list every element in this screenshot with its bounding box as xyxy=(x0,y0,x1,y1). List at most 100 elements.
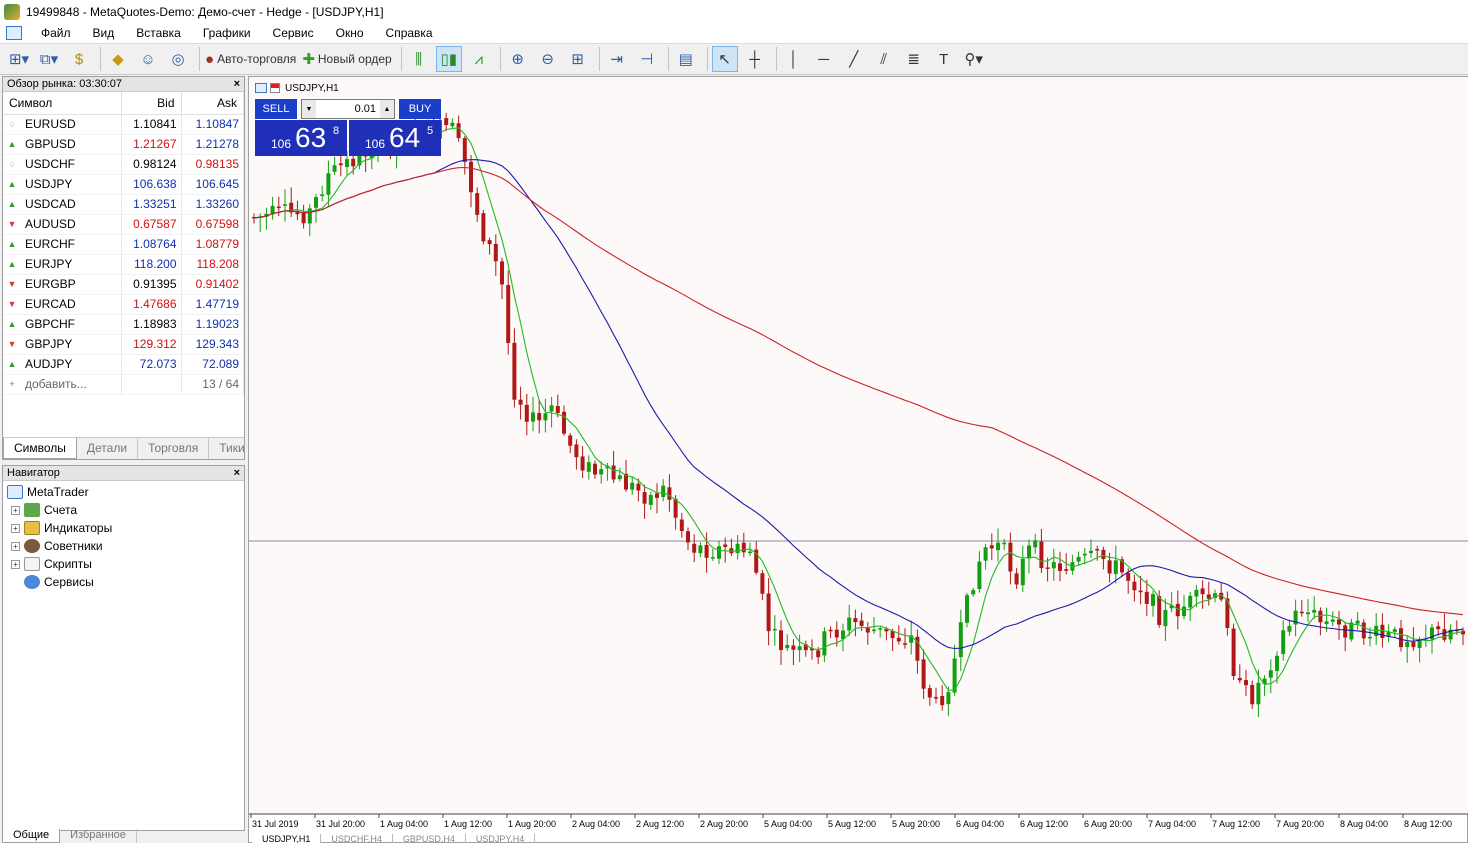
sell-price-button[interactable]: 106 63 8 xyxy=(255,120,347,156)
bid-cell[interactable]: 118.200 xyxy=(121,254,182,275)
add-symbol-cell[interactable]: + добавить... xyxy=(3,374,122,395)
bar-chart-button[interactable]: ⫼ xyxy=(406,46,432,72)
bid-cell[interactable]: 129.312 xyxy=(121,334,182,355)
table-row[interactable]: ▲ EURJPY 118.200 118.208 xyxy=(3,254,244,275)
table-row[interactable]: ▲ GBPCHF 1.18983 1.19023 xyxy=(3,314,244,335)
table-row[interactable]: ▼ GBPJPY 129.312 129.343 xyxy=(3,334,244,355)
bid-cell[interactable]: 72.073 xyxy=(121,354,182,375)
symbol-cell[interactable]: ▲ EURJPY xyxy=(3,254,122,275)
ask-cell[interactable]: 0.91402 xyxy=(181,274,244,295)
chart-window-icon[interactable] xyxy=(6,26,22,40)
table-row[interactable]: ▲ AUDJPY 72.073 72.089 xyxy=(3,354,244,375)
vps-button[interactable]: ◎ xyxy=(165,46,191,72)
column-bid[interactable]: Bid xyxy=(121,92,182,115)
fibonacci-button[interactable]: ≣ xyxy=(901,46,927,72)
cursor-button[interactable]: ↖ xyxy=(711,46,738,72)
bid-cell[interactable]: 0.98124 xyxy=(121,154,182,175)
market-button[interactable]: ◆ xyxy=(105,46,131,72)
ask-cell[interactable]: 1.47719 xyxy=(181,294,244,315)
buy-price-button[interactable]: 106 64 5 xyxy=(349,120,441,156)
price-chart[interactable]: 31 Jul 2019 31 Jul 20:00 1 Aug 04:00 1 Aug … xyxy=(249,77,1468,843)
expand-icon[interactable]: + xyxy=(11,523,20,533)
indicators-button[interactable]: ▤ xyxy=(673,46,699,72)
bid-cell[interactable]: 1.08764 xyxy=(121,234,182,255)
ask-cell[interactable]: 1.08779 xyxy=(181,234,244,255)
candle-chart-button[interactable]: ▯▮ xyxy=(435,46,462,72)
nav-root[interactable]: MetaTrader xyxy=(3,483,244,501)
bid-cell[interactable]: 1.10841 xyxy=(121,114,182,135)
symbol-cell[interactable]: ○ USDCHF xyxy=(3,154,122,175)
equidistant-channel-button[interactable]: ⫽ xyxy=(871,46,897,72)
symbol-cell[interactable]: ○ EURUSD xyxy=(3,114,122,135)
table-row[interactable]: ▼ EURGBP 0.91395 0.91402 xyxy=(3,274,244,295)
nav-item-accounts[interactable]: + Счета xyxy=(3,501,244,519)
symbol-cell[interactable]: ▼ EURGBP xyxy=(3,274,122,295)
expand-icon[interactable]: + xyxy=(11,505,20,515)
buy-button[interactable]: BUY xyxy=(399,99,441,119)
signals-button[interactable]: ☺ xyxy=(135,46,161,72)
table-row[interactable]: ▼ EURCAD 1.47686 1.47719 xyxy=(3,294,244,315)
bid-cell[interactable]: 106.638 xyxy=(121,174,182,195)
vertical-line-button[interactable]: │ xyxy=(781,46,807,72)
expand-icon[interactable]: + xyxy=(11,559,20,569)
lot-size-stepper[interactable]: ▼ 0.01 ▲ xyxy=(301,99,395,119)
menu-help[interactable]: Справка xyxy=(375,23,444,43)
chart-tab-usdjpy-h4[interactable]: USDJPY,H4 xyxy=(466,834,536,843)
nav-item-services[interactable]: Сервисы xyxy=(3,573,244,591)
table-row[interactable]: ○ EURUSD 1.10841 1.10847 xyxy=(3,114,244,135)
chart-shift-button[interactable]: ⊣ xyxy=(634,46,660,72)
symbol-cell[interactable]: ▼ GBPJPY xyxy=(3,334,122,355)
ask-cell[interactable]: 1.21278 xyxy=(181,134,244,155)
ask-cell[interactable]: 72.089 xyxy=(181,354,244,375)
table-row[interactable]: ▲ USDJPY 106.638 106.645 xyxy=(3,174,244,195)
new-chart-button[interactable]: ⊞▾ xyxy=(6,46,32,72)
strategy-tester-button[interactable]: $ xyxy=(66,46,92,72)
shapes-button[interactable]: ⚲▾ xyxy=(961,46,987,72)
menu-file[interactable]: Файл xyxy=(30,23,82,43)
tab-details[interactable]: Детали xyxy=(77,438,139,459)
trendline-button[interactable]: ╱ xyxy=(841,46,867,72)
bid-cell[interactable]: 0.67587 xyxy=(121,214,182,235)
table-row[interactable]: ▲ EURCHF 1.08764 1.08779 xyxy=(3,234,244,255)
ask-cell[interactable]: 118.208 xyxy=(181,254,244,275)
chevron-down-icon[interactable]: ▼ xyxy=(302,100,316,118)
table-row[interactable]: ▲ GBPUSD 1.21267 1.21278 xyxy=(3,134,244,155)
ask-cell[interactable]: 0.98135 xyxy=(181,154,244,175)
menu-view[interactable]: Вид xyxy=(82,23,126,43)
tile-windows-button[interactable]: ⊞ xyxy=(565,46,591,72)
close-icon[interactable]: × xyxy=(234,467,240,479)
new-order-button[interactable]: ✚ Новый ордер xyxy=(301,46,392,72)
column-ask[interactable]: Ask xyxy=(181,92,244,115)
sell-button[interactable]: SELL xyxy=(255,99,297,119)
autotrade-button[interactable]: ● Авто-торговля xyxy=(204,46,297,72)
bid-cell[interactable]: 0.91395 xyxy=(121,274,182,295)
symbol-cell[interactable]: ▲ AUDJPY xyxy=(3,354,122,375)
ask-cell[interactable]: 0.67598 xyxy=(181,214,244,235)
zoom-in-button[interactable]: ⊕ xyxy=(505,46,531,72)
symbol-cell[interactable]: ▲ GBPCHF xyxy=(3,314,122,335)
table-row[interactable]: ▼ AUDUSD 0.67587 0.67598 xyxy=(3,214,244,235)
profiles-button[interactable]: ⧉▾ xyxy=(36,46,62,72)
column-symbol[interactable]: Символ xyxy=(3,92,122,115)
bid-cell[interactable]: 1.47686 xyxy=(121,294,182,315)
table-row[interactable]: ▲ USDCAD 1.33251 1.33260 xyxy=(3,194,244,215)
menu-charts[interactable]: Графики xyxy=(192,23,262,43)
bid-cell[interactable]: 1.33251 xyxy=(121,194,182,215)
ask-cell[interactable]: 1.10847 xyxy=(181,114,244,135)
symbol-cell[interactable]: ▲ USDCAD xyxy=(3,194,122,215)
symbol-cell[interactable]: ▲ EURCHF xyxy=(3,234,122,255)
zoom-out-button[interactable]: ⊖ xyxy=(535,46,561,72)
nav-item-indicators[interactable]: + Индикаторы xyxy=(3,519,244,537)
table-row[interactable]: ○ USDCHF 0.98124 0.98135 xyxy=(3,154,244,175)
bid-cell[interactable]: 1.18983 xyxy=(121,314,182,335)
menu-insert[interactable]: Вставка xyxy=(125,23,192,43)
ask-cell[interactable]: 1.33260 xyxy=(181,194,244,215)
nav-item-scripts[interactable]: + Скрипты xyxy=(3,555,244,573)
nav-item-experts[interactable]: + Советники xyxy=(3,537,244,555)
text-button[interactable]: T xyxy=(931,46,957,72)
bid-cell[interactable]: 1.21267 xyxy=(121,134,182,155)
symbol-cell[interactable]: ▼ EURCAD xyxy=(3,294,122,315)
horizontal-line-button[interactable]: ─ xyxy=(811,46,837,72)
tab-symbols[interactable]: Символы xyxy=(3,438,77,459)
symbol-cell[interactable]: ▲ GBPUSD xyxy=(3,134,122,155)
